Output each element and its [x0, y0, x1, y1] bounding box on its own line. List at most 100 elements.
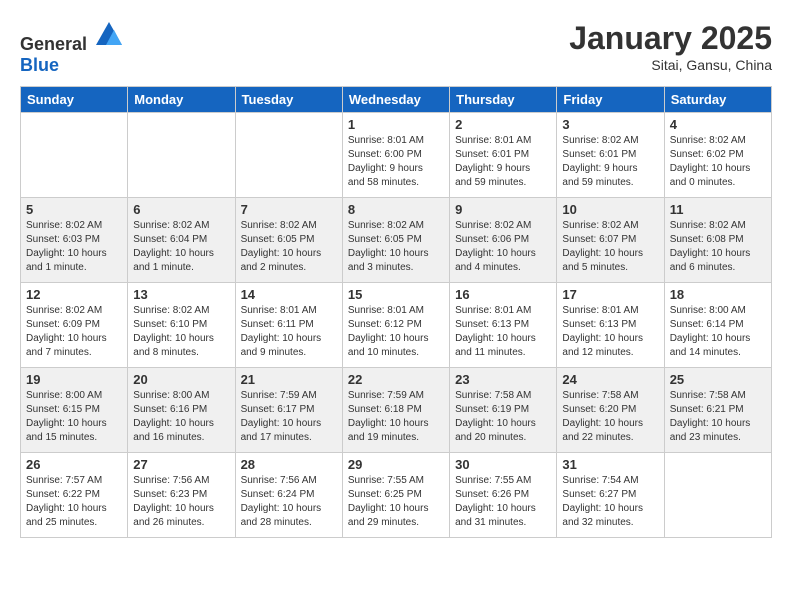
calendar-day-5: 5Sunrise: 8:02 AM Sunset: 6:03 PM Daylig…: [21, 198, 128, 283]
weekday-header-saturday: Saturday: [664, 87, 771, 113]
day-info: Sunrise: 8:00 AM Sunset: 6:16 PM Dayligh…: [133, 389, 229, 445]
day-info: Sunrise: 7:55 AM Sunset: 6:26 PM Dayligh…: [455, 474, 551, 530]
calendar-week-row: 5Sunrise: 8:02 AM Sunset: 6:03 PM Daylig…: [21, 198, 772, 283]
day-info: Sunrise: 7:59 AM Sunset: 6:18 PM Dayligh…: [348, 389, 444, 445]
weekday-header-row: SundayMondayTuesdayWednesdayThursdayFrid…: [21, 87, 772, 113]
day-number: 17: [562, 287, 658, 302]
calendar-week-row: 19 Sunrise: 8:00 AM Sunset: 6:15 PM Dayli…: [21, 368, 772, 453]
day-number: 2: [455, 117, 551, 132]
day-number: 13: [133, 287, 229, 302]
day-number: 18: [670, 287, 766, 302]
day-info: Sunrise: 7:58 AM Sunset: 6:19 PM Dayligh…: [455, 389, 551, 445]
day-info: Sunrise: 8:01 AM Sunset: 6:01 PM Dayligh…: [455, 134, 551, 190]
day-info: Sunrise: 8:01 AM Sunset: 6:11 PM Dayligh…: [241, 304, 337, 360]
calendar-day-24: 24 Sunrise: 7:58 AM Sunset: 6:20 PM Dayli…: [557, 368, 664, 453]
calendar-day-7: 7 Sunrise: 8:02 AM Sunset: 6:05 PM Daylig…: [235, 198, 342, 283]
day-number: 20: [133, 372, 229, 387]
calendar-day-26: 26 Sunrise: 7:57 AM Sunset: 6:22 PM Dayli…: [21, 453, 128, 538]
calendar-day-empty: [664, 453, 771, 538]
logo-general: General: [20, 34, 87, 54]
logo: General Blue: [20, 20, 124, 76]
day-number: 9: [455, 202, 551, 217]
calendar-day-10: 10 Sunrise: 8:02 AM Sunset: 6:07 PM Dayli…: [557, 198, 664, 283]
day-number: 31: [562, 457, 658, 472]
calendar-day-30: 30 Sunrise: 7:55 AM Sunset: 6:26 PM Dayli…: [450, 453, 557, 538]
day-info: Sunrise: 7:56 AM Sunset: 6:23 PM Dayligh…: [133, 474, 229, 530]
day-number: 27: [133, 457, 229, 472]
day-info: Sunrise: 7:56 AM Sunset: 6:24 PM Dayligh…: [241, 474, 337, 530]
day-info: Sunrise: 8:01 AM Sunset: 6:13 PM Dayligh…: [562, 304, 658, 360]
calendar-day-13: 13Sunrise: 8:02 AM Sunset: 6:10 PM Dayli…: [128, 283, 235, 368]
page-header: General Blue January 2025 Sitai, Gansu, …: [20, 20, 772, 76]
day-info: Sunrise: 8:00 AM Sunset: 6:15 PM Dayligh…: [26, 389, 122, 445]
day-number: 19: [26, 372, 122, 387]
day-number: 22: [348, 372, 444, 387]
logo-icon: [94, 20, 124, 50]
calendar-day-17: 17 Sunrise: 8:01 AM Sunset: 6:13 PM Dayli…: [557, 283, 664, 368]
day-info: Sunrise: 8:02 AM Sunset: 6:08 PM Dayligh…: [670, 219, 766, 275]
weekday-header-monday: Monday: [128, 87, 235, 113]
day-info: Sunrise: 7:54 AM Sunset: 6:27 PM Dayligh…: [562, 474, 658, 530]
calendar-day-empty: [128, 113, 235, 198]
calendar-day-27: 27 Sunrise: 7:56 AM Sunset: 6:23 PM Dayli…: [128, 453, 235, 538]
calendar-day-21: 21Sunrise: 7:59 AM Sunset: 6:17 PM Dayli…: [235, 368, 342, 453]
day-number: 7: [241, 202, 337, 217]
day-number: 25: [670, 372, 766, 387]
weekday-header-thursday: Thursday: [450, 87, 557, 113]
day-info: Sunrise: 8:02 AM Sunset: 6:05 PM Dayligh…: [241, 219, 337, 275]
weekday-header-tuesday: Tuesday: [235, 87, 342, 113]
day-number: 11: [670, 202, 766, 217]
calendar-week-row: 1Sunrise: 8:01 AM Sunset: 6:00 PM Daylig…: [21, 113, 772, 198]
calendar-day-1: 1Sunrise: 8:01 AM Sunset: 6:00 PM Daylig…: [342, 113, 449, 198]
calendar-day-9: 9 Sunrise: 8:02 AM Sunset: 6:06 PM Daylig…: [450, 198, 557, 283]
day-info: Sunrise: 8:01 AM Sunset: 6:12 PM Dayligh…: [348, 304, 444, 360]
day-info: Sunrise: 7:58 AM Sunset: 6:20 PM Dayligh…: [562, 389, 658, 445]
title-block: January 2025 Sitai, Gansu, China: [569, 20, 772, 73]
day-number: 23: [455, 372, 551, 387]
day-number: 16: [455, 287, 551, 302]
day-number: 28: [241, 457, 337, 472]
day-number: 4: [670, 117, 766, 132]
calendar-day-3: 3Sunrise: 8:02 AM Sunset: 6:01 PM Daylig…: [557, 113, 664, 198]
day-info: Sunrise: 8:00 AM Sunset: 6:14 PM Dayligh…: [670, 304, 766, 360]
calendar-day-18: 18 Sunrise: 8:00 AM Sunset: 6:14 PM Dayli…: [664, 283, 771, 368]
logo-text: General Blue: [20, 20, 124, 76]
day-number: 14: [241, 287, 337, 302]
location-subtitle: Sitai, Gansu, China: [569, 57, 772, 73]
day-number: 5: [26, 202, 122, 217]
logo-blue: Blue: [20, 55, 59, 75]
day-info: Sunrise: 8:02 AM Sunset: 6:02 PM Dayligh…: [670, 134, 766, 190]
calendar-day-22: 22 Sunrise: 7:59 AM Sunset: 6:18 PM Dayli…: [342, 368, 449, 453]
calendar-day-empty: [21, 113, 128, 198]
day-info: Sunrise: 8:02 AM Sunset: 6:06 PM Dayligh…: [455, 219, 551, 275]
day-info: Sunrise: 8:01 AM Sunset: 6:00 PM Dayligh…: [348, 134, 444, 190]
day-number: 10: [562, 202, 658, 217]
calendar-day-19: 19 Sunrise: 8:00 AM Sunset: 6:15 PM Dayli…: [21, 368, 128, 453]
calendar-day-11: 11 Sunrise: 8:02 AM Sunset: 6:08 PM Dayli…: [664, 198, 771, 283]
calendar-day-12: 12Sunrise: 8:02 AM Sunset: 6:09 PM Dayli…: [21, 283, 128, 368]
calendar-table: SundayMondayTuesdayWednesdayThursdayFrid…: [20, 86, 772, 538]
weekday-header-wednesday: Wednesday: [342, 87, 449, 113]
day-info: Sunrise: 8:02 AM Sunset: 6:09 PM Dayligh…: [26, 304, 122, 360]
calendar-day-29: 29Sunrise: 7:55 AM Sunset: 6:25 PM Dayli…: [342, 453, 449, 538]
calendar-day-25: 25Sunrise: 7:58 AM Sunset: 6:21 PM Dayli…: [664, 368, 771, 453]
calendar-day-31: 31 Sunrise: 7:54 AM Sunset: 6:27 PM Dayli…: [557, 453, 664, 538]
day-number: 3: [562, 117, 658, 132]
calendar-day-4: 4 Sunrise: 8:02 AM Sunset: 6:02 PM Daylig…: [664, 113, 771, 198]
calendar-week-row: 12Sunrise: 8:02 AM Sunset: 6:09 PM Dayli…: [21, 283, 772, 368]
calendar-day-8: 8Sunrise: 8:02 AM Sunset: 6:05 PM Daylig…: [342, 198, 449, 283]
weekday-header-sunday: Sunday: [21, 87, 128, 113]
calendar-day-28: 28 Sunrise: 7:56 AM Sunset: 6:24 PM Dayli…: [235, 453, 342, 538]
day-number: 21: [241, 372, 337, 387]
month-title: January 2025: [569, 20, 772, 57]
day-number: 26: [26, 457, 122, 472]
day-number: 24: [562, 372, 658, 387]
weekday-header-friday: Friday: [557, 87, 664, 113]
day-info: Sunrise: 7:55 AM Sunset: 6:25 PM Dayligh…: [348, 474, 444, 530]
day-info: Sunrise: 7:57 AM Sunset: 6:22 PM Dayligh…: [26, 474, 122, 530]
calendar-day-empty: [235, 113, 342, 198]
day-info: Sunrise: 8:02 AM Sunset: 6:07 PM Dayligh…: [562, 219, 658, 275]
day-number: 30: [455, 457, 551, 472]
day-number: 8: [348, 202, 444, 217]
calendar-day-23: 23 Sunrise: 7:58 AM Sunset: 6:19 PM Dayli…: [450, 368, 557, 453]
